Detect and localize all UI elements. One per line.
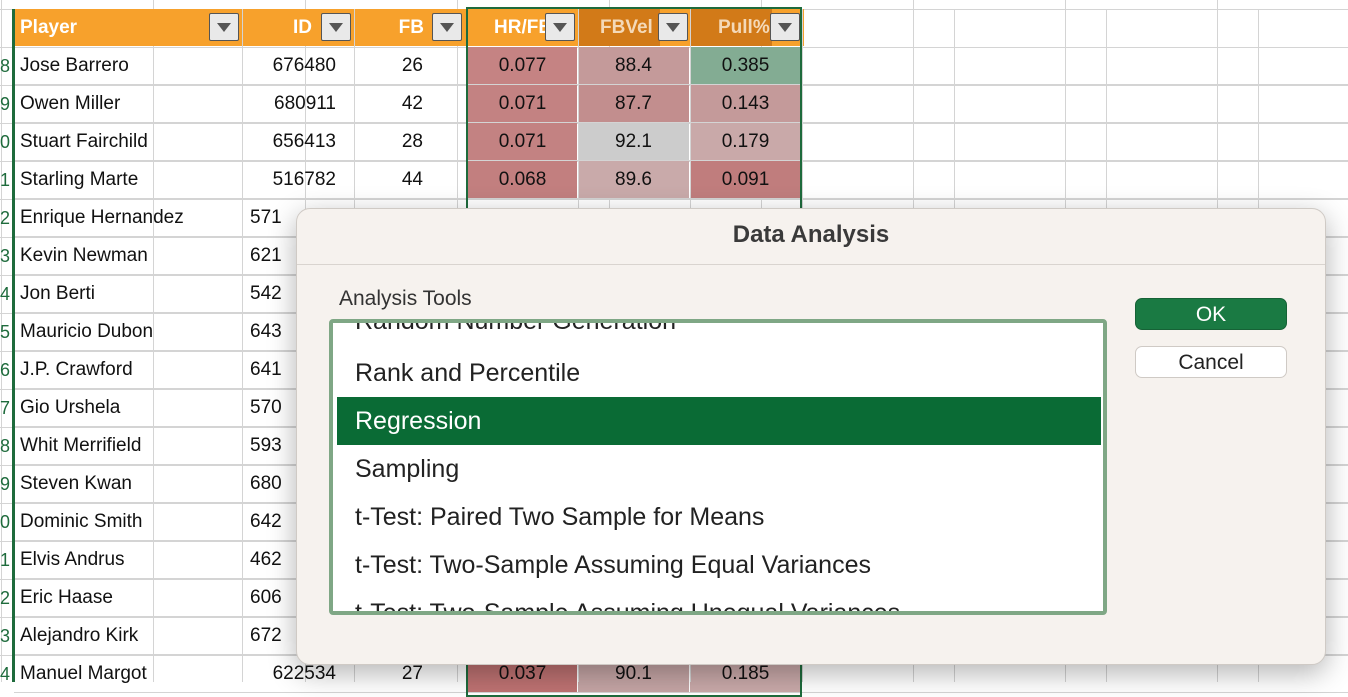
cell-player[interactable]: Elvis Andrus bbox=[20, 541, 235, 578]
cell-id[interactable]: 680911 bbox=[250, 85, 336, 122]
header-id: ID bbox=[293, 17, 312, 38]
list-item-sampling[interactable]: Sampling bbox=[337, 445, 1101, 493]
dialog-title: Data Analysis bbox=[732, 221, 890, 248]
filter-player-button[interactable] bbox=[209, 13, 239, 41]
cell-player[interactable]: Jon Berti bbox=[20, 275, 235, 312]
cell-player[interactable]: Owen Miller bbox=[20, 85, 235, 122]
cell-player[interactable]: Alejandro Kirk bbox=[20, 617, 235, 654]
analysis-tools-list[interactable]: Random Number Generation Rank and Percen… bbox=[329, 319, 1107, 615]
cancel-button[interactable]: Cancel bbox=[1135, 346, 1287, 378]
cell-player[interactable]: Dominic Smith bbox=[20, 503, 235, 540]
cell-player[interactable]: Whit Merrifield bbox=[20, 427, 235, 464]
header-fb: FB bbox=[398, 17, 424, 38]
cell-player[interactable]: Kevin Newman bbox=[20, 237, 235, 274]
cell-player[interactable]: Steven Kwan bbox=[20, 465, 235, 502]
cell-id[interactable]: 676480 bbox=[250, 47, 336, 84]
filter-id-button[interactable] bbox=[321, 13, 351, 41]
header-player: Player bbox=[20, 17, 78, 38]
data-analysis-dialog: Data Analysis Analysis Tools Random Numb… bbox=[296, 208, 1326, 665]
cell-player[interactable]: Starling Marte bbox=[20, 161, 235, 198]
cell-player[interactable]: Mauricio Dubon bbox=[20, 313, 235, 350]
filter-fb-button[interactable] bbox=[432, 13, 462, 41]
list-item-regression[interactable]: Regression bbox=[337, 397, 1101, 445]
row-header-edge bbox=[12, 9, 15, 682]
title-divider bbox=[297, 264, 1325, 265]
cell-fb[interactable]: 42 bbox=[360, 85, 423, 122]
list-item-t-test-unequal-variances[interactable]: t-Test: Two-Sample Assuming Unequal Vari… bbox=[337, 589, 1101, 611]
cell-player[interactable]: Eric Haase bbox=[20, 579, 235, 616]
cell-fb[interactable]: 44 bbox=[360, 161, 423, 198]
cell-player[interactable]: Stuart Fairchild bbox=[20, 123, 235, 160]
list-item-random-number-generation[interactable]: Random Number Generation bbox=[337, 323, 1101, 345]
analysis-tools-label: Analysis Tools bbox=[339, 287, 472, 310]
cell-player[interactable]: Jose Barrero bbox=[20, 47, 235, 84]
cell-player[interactable]: Enrique Hernandez bbox=[20, 199, 235, 236]
column-divider bbox=[242, 9, 243, 682]
cell-player[interactable]: J.P. Crawford bbox=[20, 351, 235, 388]
cell-id[interactable]: 656413 bbox=[250, 123, 336, 160]
cell-fb[interactable]: 28 bbox=[360, 123, 423, 160]
cell-player[interactable]: Gio Urshela bbox=[20, 389, 235, 426]
cell-id[interactable]: 516782 bbox=[250, 161, 336, 198]
list-item-rank-and-percentile[interactable]: Rank and Percentile bbox=[337, 349, 1101, 397]
ok-button[interactable]: OK bbox=[1135, 298, 1287, 330]
list-item-t-test-equal-variances[interactable]: t-Test: Two-Sample Assuming Equal Varian… bbox=[337, 541, 1101, 589]
cell-fb[interactable]: 26 bbox=[360, 47, 423, 84]
list-item-t-test-paired[interactable]: t-Test: Paired Two Sample for Means bbox=[337, 493, 1101, 541]
cell-player[interactable]: Manuel Margot bbox=[20, 655, 235, 692]
